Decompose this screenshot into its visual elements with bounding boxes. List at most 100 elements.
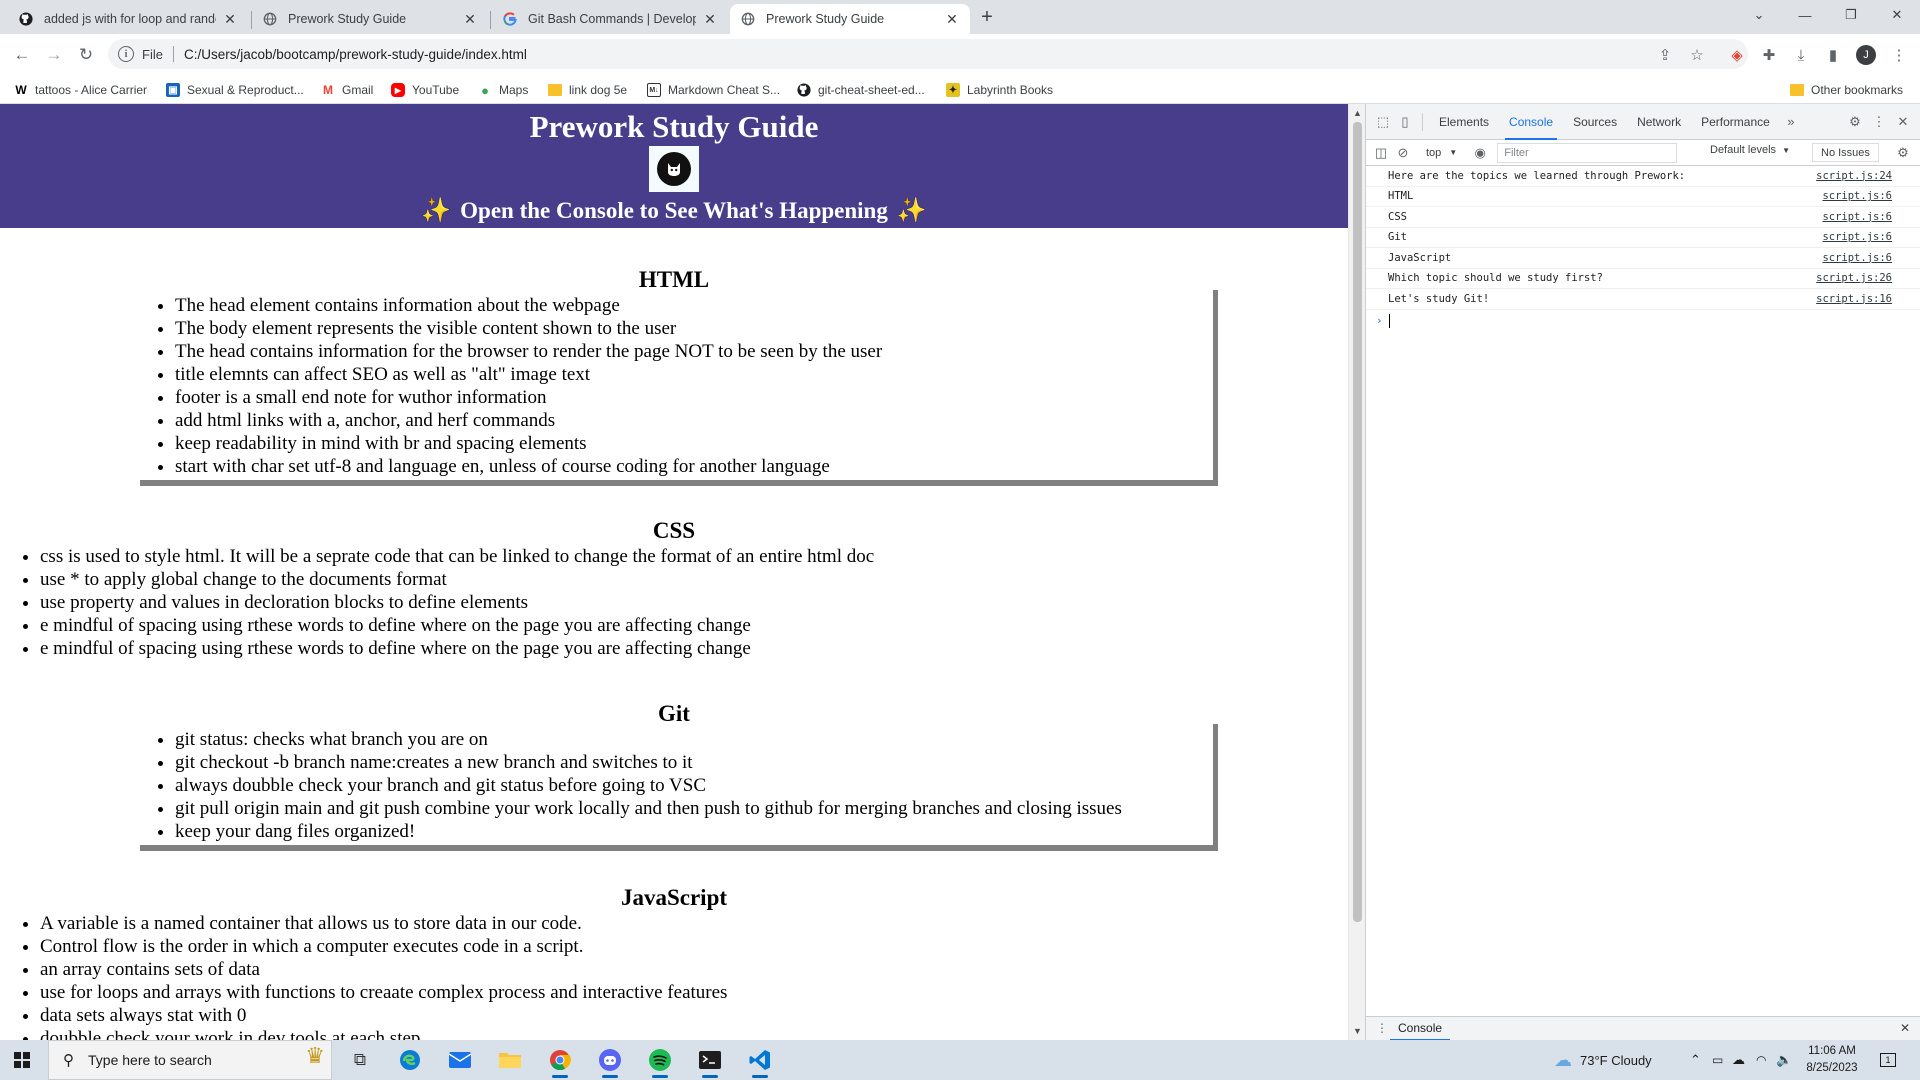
context-selector[interactable]: top ▼	[1420, 145, 1463, 161]
browser-tab[interactable]: Git Bash Commands | Developers ✕	[492, 4, 728, 34]
address-url[interactable]: C:/Users/jacob/bootcamp/prework-study-gu…	[184, 47, 527, 62]
download-icon[interactable]: ⤓	[1790, 44, 1812, 66]
list-item: keep your dang files organized!	[175, 820, 1213, 843]
profile-avatar[interactable]: J	[1856, 45, 1876, 65]
reload-button[interactable]: ↻	[72, 41, 100, 69]
browser-tab[interactable]: Prework Study Guide ✕	[252, 4, 488, 34]
taskbar-clock[interactable]: 11:06 AM 8/25/2023	[1800, 1043, 1864, 1077]
settings-gear-icon[interactable]: ⚙	[1844, 111, 1866, 133]
source-link[interactable]: script.js:16	[1816, 293, 1892, 305]
bookmark-item[interactable]: W tattoos - Alice Carrier	[14, 81, 147, 99]
browser-tab[interactable]: added js with for loop and rando ✕	[8, 4, 248, 34]
issues-button[interactable]: No Issues	[1812, 143, 1879, 162]
address-bar[interactable]: i File C:/Users/jacob/bootcamp/prework-s…	[108, 39, 1748, 69]
log-levels-dropdown[interactable]: Default levels ▼	[1710, 144, 1790, 156]
info-icon[interactable]: i	[118, 46, 134, 62]
page-scrollbar[interactable]: ▲ ▼	[1348, 104, 1365, 1040]
devtools-tab-elements[interactable]: Elements	[1429, 104, 1499, 140]
volume-icon[interactable]: 🔈	[1776, 1040, 1792, 1080]
source-link[interactable]: script.js:6	[1822, 231, 1892, 243]
discord-icon[interactable]	[590, 1044, 630, 1078]
close-tab-icon[interactable]: ✕	[944, 11, 960, 27]
list-item: title elemnts can affect SEO as well as …	[175, 363, 1213, 386]
terminal-icon[interactable]	[690, 1044, 730, 1078]
onedrive-icon[interactable]: ☁	[1732, 1040, 1745, 1080]
bookmark-item[interactable]: git-cheat-sheet-ed...	[797, 81, 925, 99]
youtube-icon: ▶	[391, 83, 405, 97]
console-filter-input[interactable]: Filter	[1497, 142, 1678, 163]
maps-icon: ●	[481, 82, 489, 98]
bookmark-item[interactable]: M↓ Markdown Cheat S...	[647, 81, 780, 99]
new-tab-button[interactable]: +	[976, 6, 998, 28]
devtools-tab-network[interactable]: Network	[1627, 104, 1691, 140]
source-link[interactable]: script.js:24	[1816, 170, 1892, 182]
weather-widget[interactable]: ☁ 73°F Cloudy	[1554, 1040, 1652, 1080]
devtools-menu-icon[interactable]: ⋮	[1868, 111, 1890, 133]
clear-console-icon[interactable]: ⊘	[1392, 142, 1414, 164]
source-link[interactable]: script.js:6	[1822, 211, 1892, 223]
sidebar-toggle-icon[interactable]: ◫	[1370, 142, 1392, 164]
device-toolbar-icon[interactable]: ▯	[1394, 111, 1416, 133]
bookmark-item[interactable]: link dog 5e	[548, 81, 627, 99]
tray-device-icon[interactable]: ▭	[1712, 1040, 1723, 1080]
minimize-button[interactable]: —	[1782, 0, 1828, 30]
source-link[interactable]: script.js:6	[1822, 190, 1892, 202]
dropdown-arrow-icon: ▼	[1449, 148, 1458, 157]
source-link[interactable]: script.js:26	[1816, 272, 1892, 284]
devtools-tab-console[interactable]: Console	[1499, 104, 1563, 140]
other-bookmarks[interactable]: Other bookmarks	[1790, 81, 1903, 99]
puzzle-extensions-icon[interactable]: ✚	[1758, 44, 1780, 66]
bookmark-item[interactable]: ✦ Labyrinth Books	[946, 81, 1053, 99]
close-window-button[interactable]: ✕	[1874, 0, 1920, 30]
devtools-tab-sources[interactable]: Sources	[1563, 104, 1627, 140]
browser-tab-active[interactable]: Prework Study Guide ✕	[730, 4, 970, 34]
wifi-icon[interactable]: ◠	[1756, 1040, 1766, 1080]
drawer-tab-console[interactable]: Console	[1390, 1017, 1451, 1041]
back-button[interactable]: ←	[8, 41, 36, 69]
devtools-tab-performance[interactable]: Performance	[1691, 104, 1780, 140]
more-menu-icon[interactable]: ⋮	[1888, 44, 1910, 66]
file-explorer-icon[interactable]	[490, 1044, 530, 1076]
console-settings-icon[interactable]: ⚙	[1892, 142, 1914, 164]
taskbar-search[interactable]: ⚲ Type here to search ♛	[48, 1040, 332, 1080]
vscode-icon[interactable]	[740, 1044, 780, 1078]
more-tabs-icon[interactable]: »	[1780, 111, 1802, 133]
close-tab-icon[interactable]: ✕	[222, 11, 238, 27]
cat-logo-icon	[649, 146, 699, 192]
close-tab-icon[interactable]: ✕	[702, 11, 718, 27]
bookmark-star-icon[interactable]: ☆	[1686, 44, 1708, 66]
side-panel-icon[interactable]: ▮	[1822, 44, 1844, 66]
windows-start-icon[interactable]	[14, 1052, 30, 1068]
dropdown-arrow-icon: ▼	[1782, 146, 1791, 155]
scrollbar-thumb[interactable]	[1353, 122, 1362, 922]
close-tab-icon[interactable]: ✕	[462, 11, 478, 27]
source-link[interactable]: script.js:6	[1822, 252, 1892, 264]
notification-icon[interactable]: 1	[1880, 1040, 1896, 1080]
scroll-down-icon[interactable]: ▼	[1353, 1026, 1362, 1036]
mail-icon[interactable]	[440, 1044, 480, 1076]
restore-button[interactable]: ❐	[1828, 0, 1874, 30]
close-drawer-icon[interactable]: ✕	[1900, 1021, 1910, 1035]
live-expression-eye-icon[interactable]: ◉	[1469, 142, 1491, 164]
console-prompt[interactable]: ›	[1366, 310, 1920, 332]
bookmark-item[interactable]: ▣ Sexual & Reproduct...	[166, 81, 304, 99]
edge-icon[interactable]	[390, 1044, 430, 1076]
levels-label: Default levels	[1710, 144, 1777, 156]
bookmark-item[interactable]: ▶ YouTube	[391, 81, 459, 99]
bookmark-item[interactable]: ● Maps	[478, 81, 528, 99]
scroll-up-icon[interactable]: ▲	[1353, 108, 1362, 118]
tab-search-icon[interactable]: ⌄	[1736, 0, 1782, 30]
devtools-drawer: ⋮ Console ✕	[1366, 1016, 1920, 1041]
context-value: top	[1426, 146, 1442, 159]
forward-button[interactable]: →	[40, 41, 68, 69]
inspect-element-icon[interactable]: ⬚	[1372, 111, 1394, 133]
share-icon[interactable]: ⇪	[1654, 44, 1676, 66]
task-view-icon[interactable]: ⧉	[340, 1044, 380, 1076]
drawer-menu-icon[interactable]: ⋮	[1376, 1021, 1388, 1035]
close-devtools-icon[interactable]: ✕	[1892, 111, 1914, 133]
spotify-icon[interactable]	[640, 1044, 680, 1078]
chrome-icon[interactable]	[540, 1044, 580, 1078]
extension-icon[interactable]: ◈	[1726, 44, 1748, 66]
bookmark-item[interactable]: M Gmail	[321, 81, 373, 99]
tray-chevron-icon[interactable]: ⌃	[1690, 1040, 1701, 1080]
